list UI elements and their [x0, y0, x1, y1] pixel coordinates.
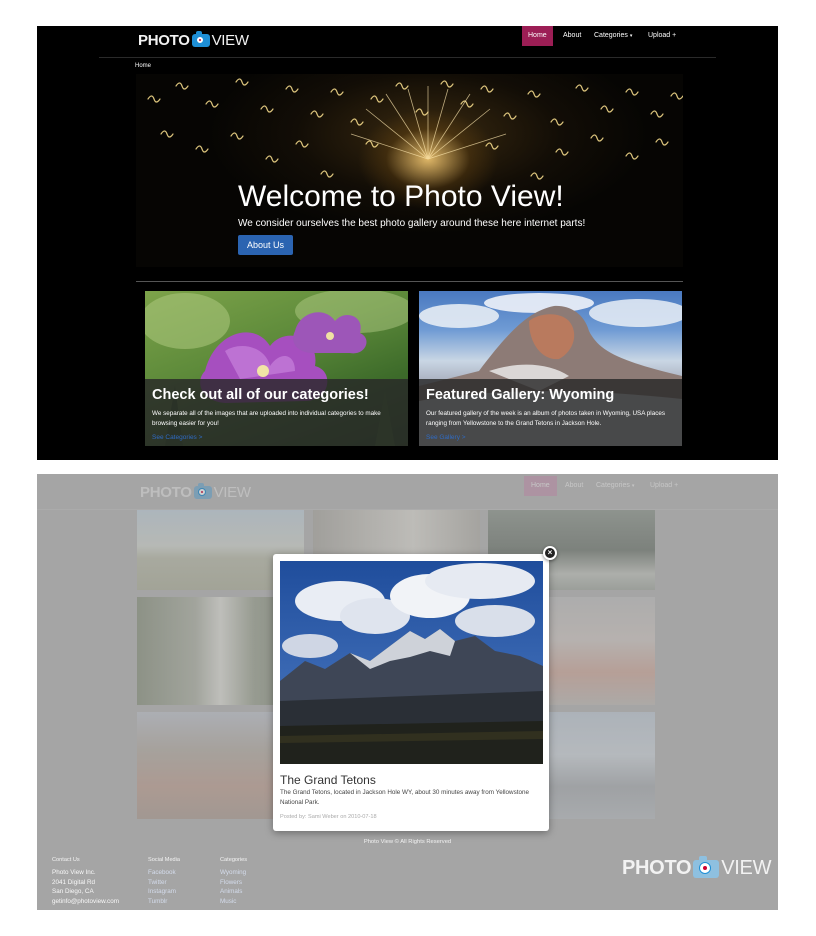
footer-link-tumblr[interactable]: Tumblr	[148, 897, 180, 907]
logo-text-view: VIEW	[211, 32, 249, 49]
card-caption: Featured Gallery: Wyoming Our featured g…	[419, 379, 682, 446]
featured-gallery-card: Featured Gallery: Wyoming Our featured g…	[419, 291, 682, 446]
footer-line: 2041 Digital Rd	[52, 878, 96, 886]
grand-tetons-photo	[280, 561, 543, 764]
site-logo[interactable]: PHOTO VIEW	[138, 31, 249, 49]
card-title: Featured Gallery: Wyoming	[426, 387, 615, 403]
logo-text-photo: PHOTO	[622, 857, 692, 879]
footer-link-wyoming[interactable]: Wyoming	[220, 868, 247, 878]
camera-icon	[693, 855, 720, 878]
hero-banner: Welcome to Photo View! We consider ourse…	[136, 74, 683, 267]
footer-link-flowers[interactable]: Flowers	[220, 878, 247, 888]
card-text: Our featured gallery of the week is an a…	[426, 410, 666, 427]
camera-icon	[191, 31, 210, 47]
modal-posted-by: Posted by: Sami Weber on 2010-07-18	[280, 814, 377, 820]
see-gallery-link[interactable]: See Gallery >	[426, 434, 466, 441]
footer-copyright: Photo View © All Rights Reserved	[363, 839, 452, 845]
footer-line: Photo View Inc.	[52, 869, 96, 876]
nav-divider	[99, 57, 716, 58]
footer-social: Social Media Facebook Twitter Instagram …	[148, 857, 180, 906]
light-burst-image	[147, 78, 683, 180]
nav-upload[interactable]: Upload +	[642, 26, 682, 46]
homepage-screenshot: PHOTO VIEW Home About Categories ▾ Uploa…	[37, 26, 778, 460]
footer-heading: Categories	[220, 857, 248, 863]
see-categories-link[interactable]: See Categories >	[152, 434, 202, 441]
footer-line: San Diego, CA	[52, 888, 94, 895]
nav-categories[interactable]: Categories ▾	[588, 26, 632, 46]
footer-email-link[interactable]: getinfo@photoview.com	[52, 897, 119, 907]
gallery-lightbox-screenshot: PHOTO VIEW Home About Categories ▾ Uploa…	[37, 474, 778, 910]
logo-text-photo: PHOTO	[138, 32, 190, 49]
footer-link-instagram[interactable]: Instagram	[148, 887, 180, 897]
footer-link-animals[interactable]: Animals	[220, 887, 247, 897]
chevron-down-icon: ▾	[629, 33, 633, 39]
logo-text-view: VIEW	[721, 857, 772, 879]
footer-categories: Categories Wyoming Flowers Animals Music	[220, 857, 247, 906]
about-us-button[interactable]: About Us	[238, 235, 294, 255]
categories-card: Check out all of our categories! We sepa…	[145, 291, 408, 446]
mountain-image	[280, 561, 543, 764]
card-caption: Check out all of our categories! We sepa…	[145, 379, 408, 446]
hero-title: Welcome to Photo View!	[238, 180, 564, 213]
nav-about[interactable]: About	[557, 26, 587, 46]
modal-description: The Grand Tetons, located in Jackson Hol…	[280, 789, 529, 806]
card-title: Check out all of our categories!	[152, 387, 369, 403]
breadcrumb[interactable]: Home	[135, 63, 151, 69]
close-icon[interactable]: ×	[543, 546, 557, 560]
nav-home[interactable]: Home	[522, 26, 553, 46]
photo-lightbox: The Grand Tetons The Grand Tetons, locat…	[273, 554, 549, 831]
footer-link-twitter[interactable]: Twitter	[148, 878, 180, 888]
footer-link-music[interactable]: Music	[220, 897, 247, 907]
hero-subtitle: We consider ourselves the best photo gal…	[238, 218, 586, 229]
footer-link-facebook[interactable]: Facebook	[148, 868, 180, 878]
card-text: We separate all of the images that are u…	[152, 410, 381, 427]
footer-heading: Social Media	[148, 857, 181, 863]
modal-title: The Grand Tetons	[280, 773, 376, 787]
nav-categories-label: Categories	[594, 32, 628, 39]
footer-logo[interactable]: PHOTO VIEW	[622, 855, 772, 880]
hero-divider	[136, 281, 683, 282]
footer-contact: Contact Us Photo View Inc. 2041 Digital …	[52, 857, 119, 906]
